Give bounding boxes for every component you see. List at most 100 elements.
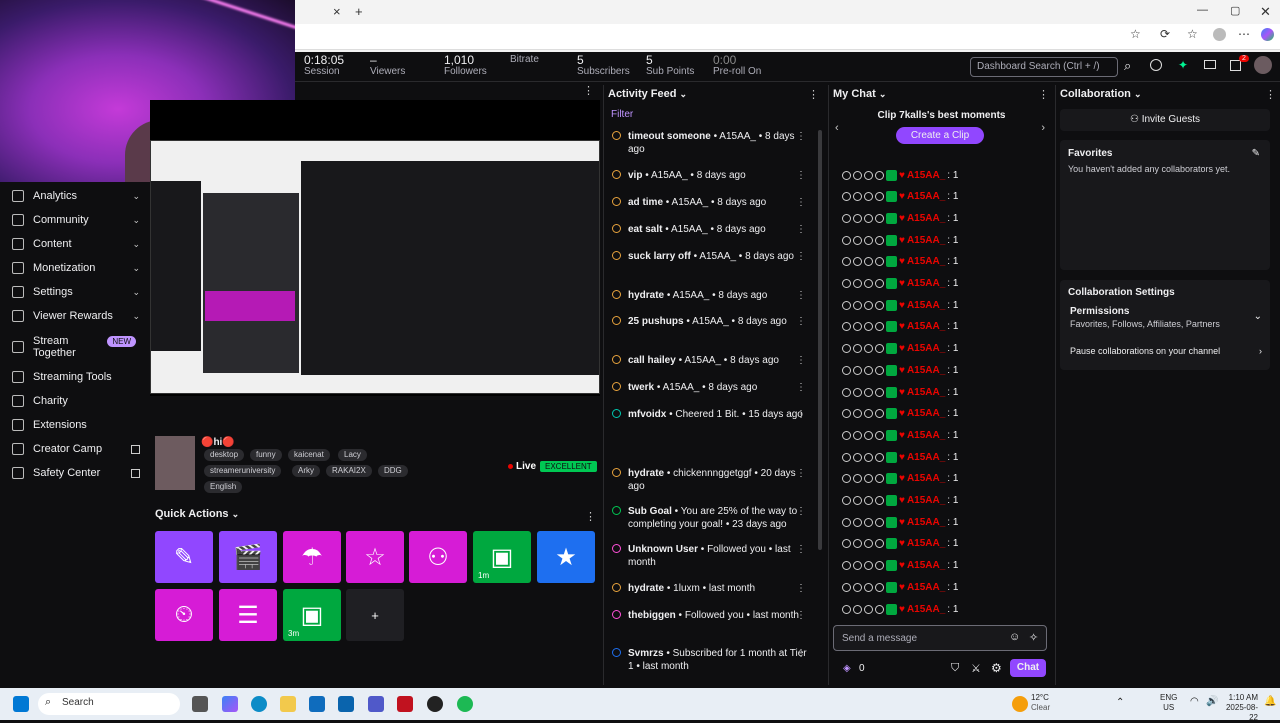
warn-icon[interactable] bbox=[864, 365, 873, 375]
timeout-icon[interactable] bbox=[853, 582, 862, 592]
raid-button[interactable]: ☂ bbox=[283, 531, 341, 583]
more-icon[interactable]: ⋮ bbox=[796, 169, 806, 182]
ban-icon[interactable] bbox=[842, 474, 851, 484]
windows-start-icon[interactable] bbox=[13, 696, 29, 712]
ad-button-3m[interactable]: ▣ 3m bbox=[283, 589, 341, 641]
chevron-down-icon[interactable]: ⌄ bbox=[879, 89, 887, 99]
refresh-icon[interactable]: ⟳ bbox=[1160, 27, 1170, 41]
timeout-icon[interactable] bbox=[853, 452, 862, 462]
new-tab-button[interactable]: + bbox=[355, 4, 363, 19]
timeout-icon[interactable] bbox=[853, 539, 862, 549]
warn-icon[interactable] bbox=[864, 409, 873, 419]
delete-icon[interactable] bbox=[875, 474, 884, 484]
sidebar-item-creator-camp[interactable]: Creator Camp bbox=[0, 438, 150, 460]
more-icon[interactable]: ⋮ bbox=[808, 88, 819, 101]
warn-icon[interactable] bbox=[864, 474, 873, 484]
ban-icon[interactable] bbox=[842, 561, 851, 571]
sidebar-item-streaming-tools[interactable]: Streaming Tools bbox=[0, 366, 150, 388]
copilot-icon[interactable] bbox=[1261, 28, 1274, 41]
chevron-right-icon[interactable]: › bbox=[1041, 122, 1045, 134]
ban-icon[interactable] bbox=[842, 322, 851, 332]
ban-icon[interactable] bbox=[842, 213, 851, 223]
prime-icon[interactable]: ✦ bbox=[1178, 58, 1188, 72]
more-icon[interactable]: ⋯ bbox=[1238, 27, 1250, 41]
chat-username[interactable]: A15AA_ bbox=[907, 538, 945, 549]
delete-icon[interactable] bbox=[875, 561, 884, 571]
search-icon[interactable]: ⌕ bbox=[1124, 58, 1131, 74]
ban-icon[interactable] bbox=[842, 192, 851, 202]
delete-icon[interactable] bbox=[875, 430, 884, 440]
filter-button[interactable]: Filter bbox=[611, 109, 633, 120]
help-icon[interactable] bbox=[1150, 59, 1162, 71]
warn-icon[interactable] bbox=[864, 452, 873, 462]
more-icon[interactable]: ⋮ bbox=[796, 196, 806, 209]
more-icon[interactable]: ⋮ bbox=[1038, 88, 1049, 101]
close-window-icon[interactable]: ✕ bbox=[1260, 4, 1271, 20]
delete-icon[interactable] bbox=[875, 235, 884, 245]
favorites-icon[interactable]: ☆ bbox=[1187, 27, 1198, 41]
timeout-icon[interactable] bbox=[853, 235, 862, 245]
ban-icon[interactable] bbox=[842, 496, 851, 505]
activity-item[interactable]: ad time • A15AA_ • 8 days ago ⋮ bbox=[612, 196, 808, 209]
timeout-icon[interactable] bbox=[853, 279, 862, 288]
ban-icon[interactable] bbox=[842, 582, 851, 592]
warn-icon[interactable] bbox=[864, 387, 873, 397]
ban-icon[interactable] bbox=[842, 387, 851, 397]
shield-icon[interactable]: ⛉ bbox=[951, 662, 959, 675]
star-icon[interactable]: ☆ bbox=[1130, 27, 1141, 41]
chat-username[interactable]: A15AA_ bbox=[907, 191, 945, 202]
activity-item[interactable]: suck larry off • A15AA_ • 8 days ago ⋮ bbox=[612, 250, 808, 263]
sidebar-item-charity[interactable]: Charity bbox=[0, 390, 150, 412]
more-icon[interactable]: ⋮ bbox=[1265, 88, 1276, 101]
chat-username[interactable]: A15AA_ bbox=[907, 365, 945, 376]
more-icon[interactable]: ⋮ bbox=[796, 505, 806, 518]
chat-username[interactable]: A15AA_ bbox=[907, 604, 945, 615]
timeout-icon[interactable] bbox=[853, 257, 862, 267]
tag[interactable]: DDG bbox=[378, 465, 408, 477]
timeout-icon[interactable] bbox=[853, 170, 862, 180]
app-icon[interactable] bbox=[397, 696, 413, 712]
more-icon[interactable]: ⋮ bbox=[796, 250, 806, 263]
chat-message[interactable]: ♥ A15AA_: 1 bbox=[842, 363, 982, 377]
chat-username[interactable]: A15AA_ bbox=[907, 278, 945, 289]
chat-username[interactable]: A15AA_ bbox=[907, 256, 945, 267]
chat-username[interactable]: A15AA_ bbox=[907, 408, 945, 419]
timeout-icon[interactable] bbox=[853, 474, 862, 484]
address-bar[interactable]: ☆ ⟳ ☆ ⋯ bbox=[295, 24, 1280, 50]
ban-icon[interactable] bbox=[842, 300, 851, 310]
activity-item[interactable]: vip • A15AA_ • 8 days ago ⋮ bbox=[612, 169, 808, 182]
sidebar-item-stream-together[interactable]: Stream Together NEW bbox=[0, 332, 150, 362]
delete-icon[interactable] bbox=[875, 539, 884, 549]
warn-icon[interactable] bbox=[864, 496, 873, 505]
timeout-icon[interactable] bbox=[853, 322, 862, 332]
warn-icon[interactable] bbox=[864, 213, 873, 223]
chat-send-button[interactable]: Chat bbox=[1010, 659, 1046, 677]
warn-icon[interactable] bbox=[864, 517, 873, 527]
tag[interactable]: streameruniversity bbox=[204, 465, 282, 477]
profile-icon[interactable] bbox=[1213, 28, 1226, 41]
file-explorer-icon[interactable] bbox=[280, 696, 296, 712]
activity-item[interactable]: twerk • A15AA_ • 8 days ago ⋮ bbox=[612, 381, 808, 394]
warn-icon[interactable] bbox=[864, 192, 873, 202]
outlook-icon[interactable] bbox=[338, 696, 354, 712]
clock[interactable]: 1:10 AM 2025-08-22 bbox=[1222, 693, 1258, 723]
ban-icon[interactable] bbox=[842, 170, 851, 180]
delete-icon[interactable] bbox=[875, 300, 884, 310]
delete-icon[interactable] bbox=[875, 170, 884, 180]
timeout-icon[interactable] bbox=[853, 517, 862, 527]
sidebar-item-content[interactable]: Content ⌄ bbox=[0, 233, 150, 255]
activity-item[interactable]: thebiggen • Followed you • last month ⋮ bbox=[612, 609, 808, 622]
activity-item[interactable]: hydrate • A15AA_ • 8 days ago ⋮ bbox=[612, 289, 808, 302]
ban-icon[interactable] bbox=[842, 604, 851, 614]
activity-item[interactable]: eat salt • A15AA_ • 8 days ago ⋮ bbox=[612, 223, 808, 236]
delete-icon[interactable] bbox=[875, 365, 884, 375]
sidebar-item-monetization[interactable]: Monetization ⌄ bbox=[0, 257, 150, 279]
more-icon[interactable]: ⋮ bbox=[796, 315, 806, 328]
dashboard-search-input[interactable]: Dashboard Search (Ctrl + /) bbox=[970, 57, 1118, 77]
maximize-icon[interactable]: ▢ bbox=[1230, 4, 1240, 17]
add-action-button[interactable]: + bbox=[346, 589, 404, 641]
delete-icon[interactable] bbox=[875, 257, 884, 267]
more-icon[interactable]: ⋮ bbox=[796, 354, 806, 367]
chat-username[interactable]: A15AA_ bbox=[907, 235, 945, 246]
scrollbar[interactable] bbox=[818, 130, 822, 550]
